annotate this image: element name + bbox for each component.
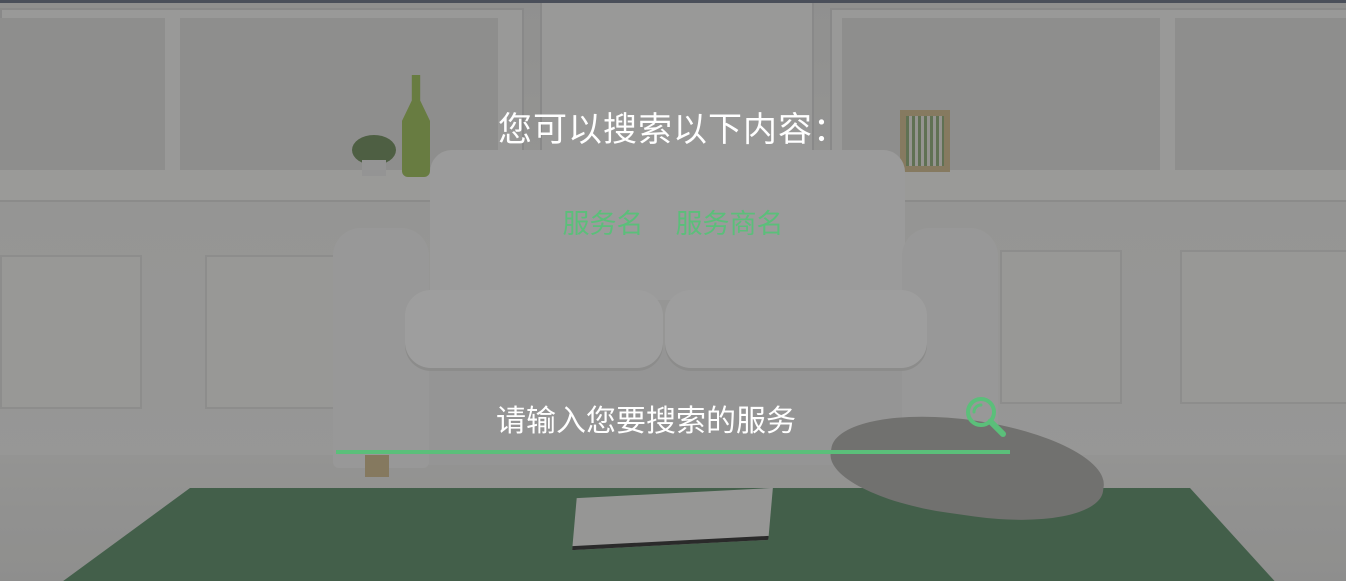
- search-page: 您可以搜索以下内容： 服务名 服务商名: [0, 0, 1346, 581]
- search-box: [336, 392, 1010, 454]
- search-panel: 您可以搜索以下内容： 服务名 服务商名: [0, 0, 1346, 581]
- magnifier-glyph: [966, 397, 1006, 437]
- top-border: [0, 0, 1346, 3]
- search-input[interactable]: [336, 392, 956, 450]
- category-provider-name[interactable]: 服务商名: [676, 205, 784, 245]
- category-service-name[interactable]: 服务名: [563, 205, 644, 245]
- search-categories: 服务名 服务商名: [0, 205, 1346, 245]
- search-underline: [336, 450, 1010, 454]
- prompt-title: 您可以搜索以下内容：: [498, 110, 848, 150]
- search-icon[interactable]: [964, 395, 1008, 439]
